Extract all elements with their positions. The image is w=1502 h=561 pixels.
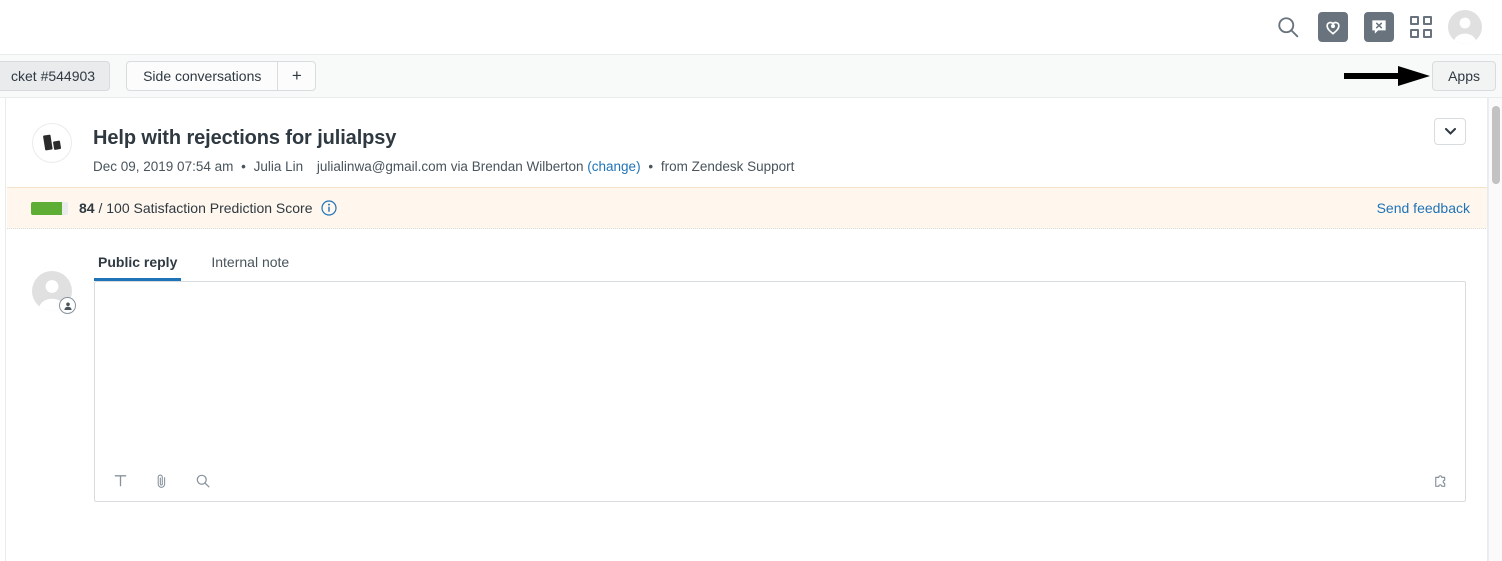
reply-composer: Public reply Internal note [7,229,1488,561]
user-badge-icon [59,297,76,314]
satisfaction-progress-bar [31,201,68,215]
header-icon-group [1274,10,1482,44]
satisfaction-score-label: / 100 Satisfaction Prediction Score [98,200,313,216]
tab-internal-note-label: Internal note [211,254,290,270]
meta-separator: • [241,159,246,174]
info-icon[interactable] [321,200,338,216]
reply-input[interactable] [95,282,1465,462]
satisfaction-progress-fill [31,201,63,215]
tab-public-reply[interactable]: Public reply [94,254,182,281]
tab-side-conversations-label: Side conversations [143,68,262,84]
add-tab-button[interactable]: + [277,62,315,90]
satisfaction-score-text: 84 / 100 Satisfaction Prediction Score [79,200,312,216]
send-feedback-link[interactable]: Send feedback [1377,200,1470,216]
ticket-requester: Julia Lin [253,159,304,174]
ticket-email: julialinwa@gmail.com [316,159,447,174]
guide-icon[interactable] [1318,12,1348,42]
search-icon[interactable] [1274,13,1302,41]
apps-grid-icon[interactable] [1410,16,1432,38]
agent-avatar [32,271,76,314]
composer-tabs: Public reply Internal note [94,249,1466,281]
tab-internal-note[interactable]: Internal note [207,254,293,281]
tab-side-conversations[interactable]: Side conversations [127,62,277,90]
scrollbar-thumb[interactable] [1492,106,1500,184]
global-header [0,0,1502,55]
search-knowledge-icon[interactable] [195,473,211,489]
page-title: Help with rejections for julialpsy [93,127,397,149]
tab-strip: cket #544903 Side conversations + Apps [0,55,1502,98]
tab-public-reply-label: Public reply [98,254,178,270]
apps-button-label: Apps [1448,68,1480,84]
composer-inner: Public reply Internal note [7,229,1488,502]
attachment-icon[interactable] [154,473,169,489]
editor-toolbar [95,460,1465,501]
satisfaction-banner: 84 / 100 Satisfaction Prediction Score S… [7,187,1488,229]
ticket-timestamp: Dec 09, 2019 07:54 am [93,159,234,174]
side-conversations-group: Side conversations + [126,61,317,91]
puzzle-piece-icon[interactable] [1433,472,1451,489]
pointer-arrow [1344,66,1430,86]
vertical-scrollbar[interactable] [1488,98,1502,561]
user-avatar[interactable] [1448,10,1482,44]
chevron-down-icon[interactable] [1434,118,1466,145]
reply-editor[interactable] [94,281,1466,502]
zendesk-agent-workspace: cket #544903 Side conversations + Apps H… [0,0,1502,561]
grid-square [1410,16,1419,25]
grid-square [1423,29,1432,38]
satisfaction-score-value: 84 [79,200,95,216]
ticket-header-text: Help with rejections for julialpsy Dec 0… [93,126,794,176]
tab-ticket[interactable]: cket #544903 [0,61,111,91]
tab-ticket-label: cket #544903 [11,68,96,84]
grid-square [1423,16,1432,25]
left-rail [0,98,6,561]
ticket-meta: Dec 09, 2019 07:54 am • Julia Lin julial… [93,158,794,176]
grid-square [1410,29,1419,38]
brand-avatar [32,123,72,163]
ticket-panel: Help with rejections for julialpsy Dec 0… [0,98,1502,561]
change-requester-link[interactable]: (change) [587,159,640,174]
text-format-icon[interactable] [113,473,128,488]
apps-button[interactable]: Apps [1432,61,1496,91]
editor-column: Public reply Internal note [94,249,1466,502]
meta-separator: • [648,159,654,174]
ticket-via: via Brendan Wilberton [450,159,584,174]
ticket-channel: from Zendesk Support [660,159,795,174]
ticket-header: Help with rejections for julialpsy Dec 0… [7,98,1488,187]
add-tab-label: + [291,66,302,85]
chat-icon[interactable] [1364,12,1394,42]
